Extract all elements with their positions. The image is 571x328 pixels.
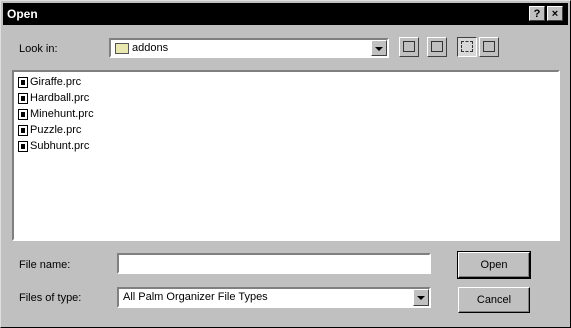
- prc-file-icon: [18, 124, 28, 136]
- look-in-dropdown[interactable]: addons: [109, 38, 389, 58]
- folder-icon: [115, 42, 129, 54]
- files-of-type-dropdown[interactable]: All Palm Organizer File Types: [117, 287, 431, 308]
- prc-file-icon: [18, 140, 28, 152]
- up-one-level-button[interactable]: [399, 37, 419, 57]
- help-button[interactable]: ?: [529, 6, 545, 21]
- details-view-icon: [483, 41, 495, 52]
- file-name-label: File name:: [19, 259, 71, 271]
- close-button[interactable]: ×: [547, 6, 563, 21]
- prc-file-icon: [18, 108, 28, 120]
- list-item[interactable]: Giraffe.prc: [18, 76, 81, 92]
- list-item[interactable]: Puzzle.prc: [18, 124, 81, 140]
- prc-file-icon: [18, 92, 28, 104]
- look-in-label: Look in:: [19, 43, 58, 55]
- file-list[interactable]: Giraffe.prc Hardball.prc Minehunt.prc Pu…: [12, 70, 560, 241]
- open-button[interactable]: Open: [457, 251, 531, 279]
- list-view-button[interactable]: [457, 37, 477, 57]
- list-item[interactable]: Hardball.prc: [18, 92, 89, 108]
- list-item[interactable]: Minehunt.prc: [18, 108, 94, 124]
- files-of-type-value: All Palm Organizer File Types: [123, 291, 268, 303]
- up-folder-icon: [403, 41, 415, 52]
- look-in-value: addons: [115, 42, 168, 54]
- list-view-icon: [461, 41, 473, 52]
- files-of-type-label: Files of type:: [19, 292, 82, 304]
- new-folder-icon: [431, 41, 443, 52]
- create-new-folder-button[interactable]: [427, 37, 447, 57]
- open-dialog: Open ? × Look in: addons Giraffe.prc Har…: [0, 0, 571, 328]
- list-item[interactable]: Subhunt.prc: [18, 140, 89, 156]
- prc-file-icon: [18, 76, 28, 88]
- title-bar[interactable]: Open ? ×: [3, 3, 568, 25]
- details-view-button[interactable]: [479, 37, 499, 57]
- file-name-field[interactable]: [117, 253, 431, 274]
- files-of-type-dropdown-arrow[interactable]: [413, 289, 429, 306]
- window-title: Open: [7, 7, 38, 21]
- cancel-button[interactable]: Cancel: [458, 287, 530, 313]
- look-in-dropdown-arrow[interactable]: [371, 40, 387, 56]
